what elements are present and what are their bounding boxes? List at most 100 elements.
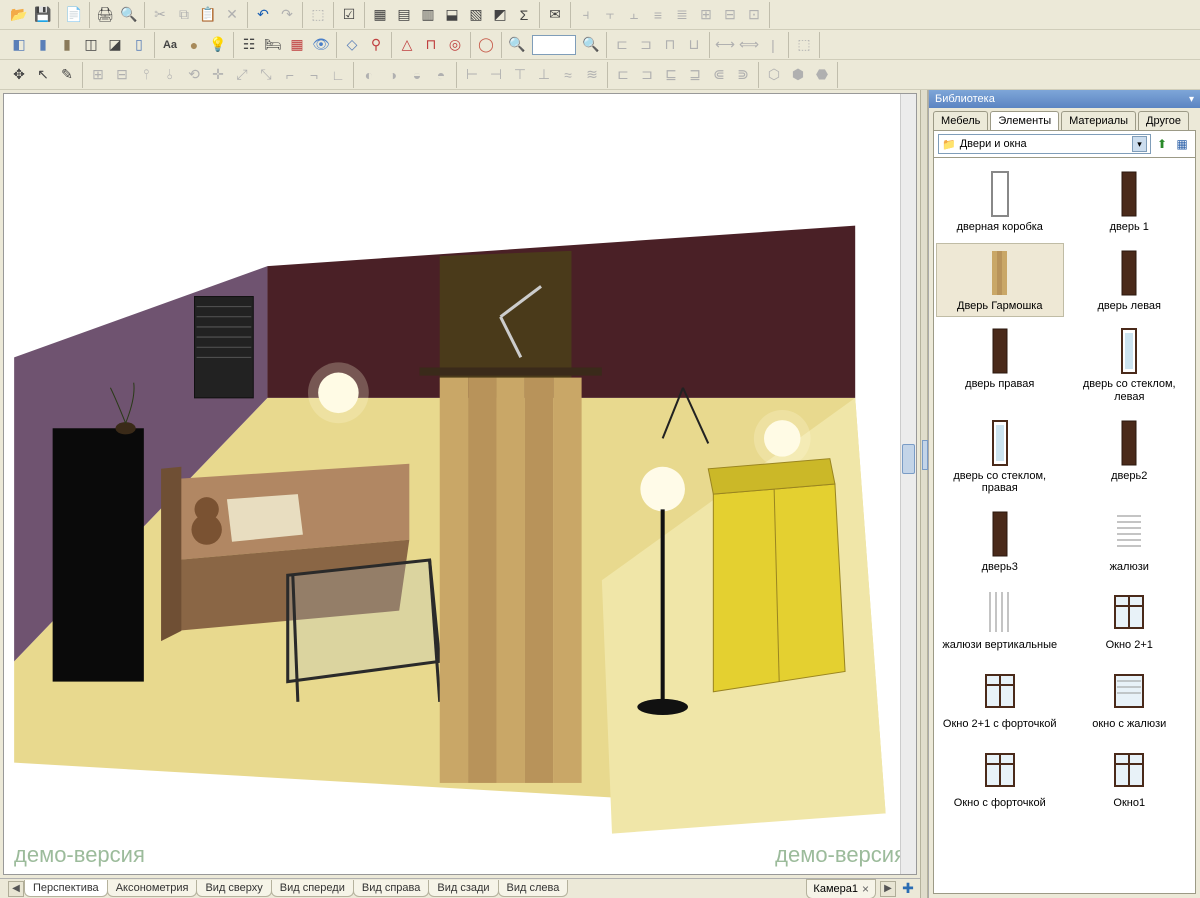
bed-icon[interactable]: 🛏 xyxy=(262,34,284,56)
view-tab-front[interactable]: Вид спереди xyxy=(271,880,354,897)
tool-f-icon[interactable]: ◩ xyxy=(489,4,511,26)
t3m-icon[interactable]: ◑ xyxy=(382,64,404,86)
copy-icon[interactable]: ⧉ xyxy=(173,4,195,26)
t3dd-icon[interactable]: ⬣ xyxy=(811,64,833,86)
view-tab-right[interactable]: Вид справа xyxy=(353,880,430,897)
align-c-icon[interactable]: ⫠ xyxy=(623,4,645,26)
t3d-icon[interactable]: ⫰ xyxy=(159,64,181,86)
life-ring-icon[interactable]: ◯ xyxy=(475,34,497,56)
box-f-icon[interactable]: ▯ xyxy=(128,34,150,56)
sphere-icon[interactable]: ● xyxy=(183,34,205,56)
align-h-icon[interactable]: ⊡ xyxy=(743,4,765,26)
library-item[interactable]: Окно с форточкой xyxy=(936,740,1064,815)
box-e-icon[interactable]: ◪ xyxy=(104,34,126,56)
t3bb-icon[interactable]: ⬡ xyxy=(763,64,785,86)
library-item[interactable]: жалюзи вертикальные xyxy=(936,582,1064,657)
tab-materials[interactable]: Материалы xyxy=(1061,111,1136,130)
delete-icon[interactable]: ✕ xyxy=(221,4,243,26)
t3p-icon[interactable]: ⊢ xyxy=(461,64,483,86)
t3v-icon[interactable]: ⊏ xyxy=(612,64,634,86)
sigma-icon[interactable]: Σ xyxy=(513,4,535,26)
text-icon[interactable]: Aa xyxy=(159,34,181,56)
tool-c-icon[interactable]: ▥ xyxy=(417,4,439,26)
marker-icon[interactable]: ⚲ xyxy=(365,34,387,56)
library-item[interactable]: дверная коробка xyxy=(936,164,1064,239)
view-tab-top[interactable]: Вид сверху xyxy=(196,880,271,897)
library-item[interactable]: жалюзи xyxy=(1066,504,1194,579)
view-tab-axon[interactable]: Аксонометрия xyxy=(107,880,198,897)
library-item[interactable]: дверь со стеклом, левая xyxy=(1066,321,1194,408)
mail-icon[interactable]: ✉ xyxy=(544,4,566,26)
zoom-out-icon[interactable]: 🔍 xyxy=(506,34,528,56)
align-b-icon[interactable]: ⫟ xyxy=(599,4,621,26)
tool-e-icon[interactable]: ▧ xyxy=(465,4,487,26)
sidebar-resize-handle[interactable] xyxy=(920,90,928,898)
align-f-icon[interactable]: ⊞ xyxy=(695,4,717,26)
dist-a-icon[interactable]: ⊏ xyxy=(611,34,633,56)
box-d-icon[interactable]: ◫ xyxy=(80,34,102,56)
library-item[interactable]: дверь3 xyxy=(936,504,1064,579)
t3t-icon[interactable]: ≈ xyxy=(557,64,579,86)
t3n-icon[interactable]: ◒ xyxy=(406,64,428,86)
panel-title-bar[interactable]: Библиотека ▾ xyxy=(929,90,1200,108)
tab-elements[interactable]: Элементы xyxy=(990,111,1059,130)
library-item[interactable]: Окно1 xyxy=(1066,740,1194,815)
cursor-icon[interactable]: ↖ xyxy=(32,64,54,86)
tab-furniture[interactable]: Мебель xyxy=(933,111,988,130)
diamond-icon[interactable]: ◇ xyxy=(341,34,363,56)
lib-up-icon[interactable]: ⬆ xyxy=(1153,135,1171,153)
panel-collapse-icon[interactable]: ▾ xyxy=(1189,94,1194,105)
tabs-scroll-right-icon[interactable]: ▶ xyxy=(880,881,896,897)
dist-c-icon[interactable]: ⊓ xyxy=(659,34,681,56)
tab-other[interactable]: Другое xyxy=(1138,111,1189,130)
t3y-icon[interactable]: ⊒ xyxy=(684,64,706,86)
page-icon[interactable]: 📄 xyxy=(63,4,85,26)
close-icon[interactable]: × xyxy=(862,882,869,896)
save-icon[interactable]: 💾 xyxy=(32,4,54,26)
paste-icon[interactable]: 📋 xyxy=(197,4,219,26)
library-item[interactable]: дверь левая xyxy=(1066,243,1194,318)
t3f-icon[interactable]: ✛ xyxy=(207,64,229,86)
preview-icon[interactable]: 🔍 xyxy=(118,4,140,26)
t3q-icon[interactable]: ⊣ xyxy=(485,64,507,86)
t3u-icon[interactable]: ≋ xyxy=(581,64,603,86)
t3w-icon[interactable]: ⊐ xyxy=(636,64,658,86)
viewport-vscroll[interactable] xyxy=(900,94,916,874)
grid-icon[interactable]: ▦ xyxy=(286,34,308,56)
dropdown-icon[interactable]: ▾ xyxy=(1132,136,1147,152)
t3i-icon[interactable]: ⌐ xyxy=(279,64,301,86)
zoom-in-icon[interactable]: 🔍 xyxy=(580,34,602,56)
magnet-icon[interactable]: ⊓ xyxy=(420,34,442,56)
t3z-icon[interactable]: ⋐ xyxy=(708,64,730,86)
layer-icon[interactable]: ☷ xyxy=(238,34,260,56)
target-icon[interactable]: ◎ xyxy=(444,34,466,56)
undo-icon[interactable]: ↶ xyxy=(252,4,274,26)
library-item[interactable]: Окно 2+1 с форточкой xyxy=(936,661,1064,736)
box-c-icon[interactable]: ▮ xyxy=(56,34,78,56)
align-e-icon[interactable]: ≣ xyxy=(671,4,693,26)
t3aa-icon[interactable]: ⋑ xyxy=(732,64,754,86)
dim-b-icon[interactable]: ⟺ xyxy=(738,34,760,56)
eye-icon[interactable]: 👁 xyxy=(310,34,332,56)
dim-a-icon[interactable]: ⟷ xyxy=(714,34,736,56)
viewport-3d[interactable]: демо-версия демо-версия xyxy=(3,93,917,875)
library-item[interactable]: Дверь Гармошка xyxy=(936,243,1064,318)
align-g-icon[interactable]: ⊟ xyxy=(719,4,741,26)
category-select[interactable]: 📁 Двери и окна ▾ xyxy=(938,134,1151,154)
dist-b-icon[interactable]: ⊐ xyxy=(635,34,657,56)
group-icon[interactable]: ⬚ xyxy=(307,4,329,26)
tabs-scroll-left-icon[interactable]: ◀ xyxy=(8,881,24,897)
add-tab-icon[interactable]: ✚ xyxy=(900,881,916,897)
t3h-icon[interactable]: ⤡ xyxy=(255,64,277,86)
library-item[interactable]: окно с жалюзи xyxy=(1066,661,1194,736)
check-icon[interactable]: ☑ xyxy=(338,4,360,26)
t3o-icon[interactable]: ◓ xyxy=(430,64,452,86)
open-icon[interactable]: 📂 xyxy=(8,4,30,26)
library-item[interactable]: дверь 1 xyxy=(1066,164,1194,239)
t3k-icon[interactable]: ∟ xyxy=(327,64,349,86)
t3c-icon[interactable]: ⫯ xyxy=(135,64,157,86)
t3l-icon[interactable]: ◐ xyxy=(358,64,380,86)
tool-a-icon[interactable]: ▦ xyxy=(369,4,391,26)
t3s-icon[interactable]: ⊥ xyxy=(533,64,555,86)
lib-view-icon[interactable]: ▦ xyxy=(1173,135,1191,153)
